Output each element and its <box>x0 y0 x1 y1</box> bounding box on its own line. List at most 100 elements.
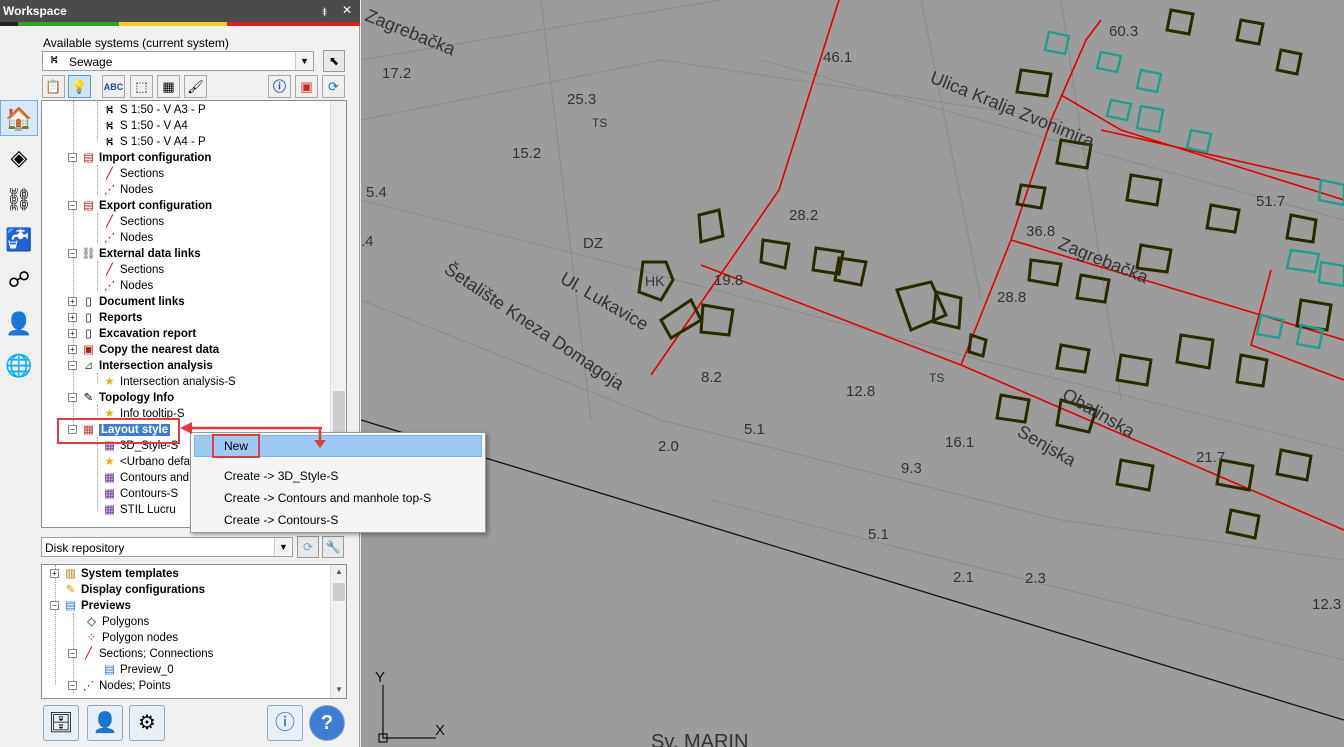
map-label: .4 <box>361 233 374 250</box>
tree-node-export-configuration[interactable]: − ▤ Export configuration <box>68 198 212 214</box>
tree-item[interactable]: ★ Intersection analysis-S <box>102 374 235 390</box>
tree-item[interactable]: ★ <Urbano defa <box>102 454 190 470</box>
topology-icon: ✎ <box>83 392 94 404</box>
table-button[interactable]: ▦ <box>157 75 180 98</box>
system-select[interactable]: ⛕ Sewage ▼ <box>42 51 314 71</box>
brush-button[interactable]: 🖌 <box>184 75 207 98</box>
tree-node-excavation-report[interactable]: + ▯ Excavation report <box>68 326 196 342</box>
layout-style-icon: ▦ <box>104 488 115 500</box>
sidebar-network-button[interactable]: ☍ <box>0 262 38 298</box>
collapse-icon[interactable]: − <box>68 201 77 211</box>
tree-item[interactable]: ▦ Contours-S <box>102 486 178 502</box>
sidebar-grid-button[interactable]: ◈ <box>0 140 38 176</box>
sidebar-user-button[interactable]: 👤 <box>0 306 38 342</box>
sidebar-house-button[interactable]: 🏠 <box>0 100 38 136</box>
select-system-button[interactable]: ⬉ <box>323 50 345 72</box>
templates-icon: ▥ <box>65 568 76 580</box>
menu-item-create-contours[interactable]: Create -> Contours-S <box>224 513 338 527</box>
tree-item[interactable]: ◇ Polygons <box>84 614 149 630</box>
refresh-button[interactable]: ⟳ <box>322 75 345 98</box>
scroll-up-icon[interactable]: ▲ <box>331 565 346 579</box>
tree-node-intersection-analysis[interactable]: − ⊿ Intersection analysis <box>68 358 213 374</box>
scrollbar-thumb[interactable] <box>333 583 345 601</box>
collapse-icon[interactable]: − <box>68 153 77 163</box>
bulb-button[interactable]: 💡 <box>68 75 91 98</box>
sidebar-globe-button[interactable]: 🌐 <box>0 348 38 384</box>
tree-node-display-configurations[interactable]: ✎ Display configurations <box>63 582 205 598</box>
expand-icon[interactable]: + <box>68 313 77 323</box>
tree-item[interactable]: ⛕ S 1:50 - V A4 - P <box>102 134 205 150</box>
repository-settings-button[interactable]: 🔧 <box>322 536 344 558</box>
tree-node-copy-nearest-data[interactable]: + ▣ Copy the nearest data <box>68 342 219 358</box>
database-button[interactable]: 🗄 <box>43 705 79 741</box>
tree-node-nodes-points[interactable]: − ⋰ Nodes; Points <box>68 678 171 694</box>
pipe-icon: ⛓ <box>5 187 33 212</box>
info-button[interactable]: ⓘ <box>268 75 291 98</box>
settings-button[interactable]: ⚙ <box>129 705 165 741</box>
expand-icon[interactable]: + <box>68 345 77 355</box>
tree-item[interactable]: ▦ STIL Lucru <box>102 502 176 518</box>
scroll-down-icon[interactable]: ▼ <box>331 683 346 697</box>
menu-item-create-contours-manhole[interactable]: Create -> Contours and manhole top-S <box>224 491 431 505</box>
tree-item[interactable]: ⋰ Nodes <box>102 182 154 198</box>
pin-icon[interactable]: ⯒ <box>322 3 327 24</box>
repository-scrollbar[interactable]: ▲ ▼ <box>330 565 346 698</box>
select-button[interactable]: ⬚ <box>130 75 153 98</box>
tree-node-external-data-links[interactable]: − ⛓ External data links <box>68 246 201 262</box>
layer-add-button[interactable]: ▣ <box>295 75 318 98</box>
settings-check-icon: ⚙ <box>138 712 156 734</box>
sidebar-tap-button[interactable]: 🚰 <box>0 222 38 258</box>
map-label: 12.8 <box>846 383 875 400</box>
expand-icon[interactable]: + <box>68 329 77 339</box>
map-label: 28.2 <box>789 207 818 224</box>
collapse-icon[interactable]: − <box>50 601 59 611</box>
node-icon: ⋰ <box>103 280 116 292</box>
chevron-down-icon[interactable]: ▼ <box>295 52 313 70</box>
tree-item[interactable]: ╱ Sections <box>102 166 164 182</box>
user-button[interactable]: 👤 <box>87 705 123 741</box>
expand-icon[interactable]: + <box>50 569 59 579</box>
menu-item-create-3d-style[interactable]: Create -> 3D_Style-S <box>224 469 338 483</box>
label-button[interactable]: ABC <box>102 75 125 98</box>
export-icon: ▤ <box>83 200 94 212</box>
user-icon: 👤 <box>92 712 118 734</box>
chevron-down-icon[interactable]: ▼ <box>274 538 292 556</box>
repository-select[interactable]: Disk repository ▼ <box>41 537 293 557</box>
map-label: 25.3 <box>567 91 596 108</box>
help-button[interactable]: ? <box>309 705 345 741</box>
tree-item[interactable]: ⛕ S 1:50 - V A3 - P <box>102 102 205 118</box>
close-icon[interactable]: ✕ <box>342 3 352 17</box>
tree-node-topology-info[interactable]: − ✎ Topology Info <box>68 390 174 406</box>
tree-item[interactable]: ⋰ Nodes <box>102 278 154 294</box>
map-label: 51.7 <box>1256 193 1285 210</box>
expand-icon[interactable]: + <box>68 297 77 307</box>
collapse-icon[interactable]: − <box>68 361 77 371</box>
tree-item[interactable]: ▦ Contours and <box>102 470 189 486</box>
database-icon: 🗄 <box>48 712 74 734</box>
tree-node-document-links[interactable]: + ▯ Document links <box>68 294 185 310</box>
tree-node-previews[interactable]: − ▤ Previews <box>50 598 131 614</box>
repository-refresh-button[interactable]: ⟳ <box>297 536 319 558</box>
collapse-icon[interactable]: − <box>68 681 77 691</box>
tree-item[interactable]: ╱ Sections <box>102 214 164 230</box>
sidebar-pipe-button[interactable]: ⛓ <box>0 182 38 218</box>
layout-style-icon: ▦ <box>104 472 115 484</box>
collapse-icon[interactable]: − <box>68 393 77 403</box>
street-label: Sv. MARIN <box>651 731 748 747</box>
tree-item[interactable]: ╱ Sections <box>102 262 164 278</box>
tree-item[interactable]: ⋰ Nodes <box>102 230 154 246</box>
tree-node-reports[interactable]: + ▯ Reports <box>68 310 142 326</box>
collapse-icon[interactable]: − <box>68 649 77 659</box>
info-window-button[interactable]: ⓘ <box>267 705 303 741</box>
tree-node-sections-connections[interactable]: − ╱ Sections; Connections <box>68 646 213 662</box>
tree-item[interactable]: ⛕ S 1:50 - V A4 <box>102 118 188 134</box>
tree-item[interactable]: ▤ Preview_0 <box>102 662 174 678</box>
layout-style-icon: ▦ <box>104 504 115 516</box>
tree-node-system-templates[interactable]: + ▥ System templates <box>50 566 179 582</box>
collapse-icon[interactable]: − <box>68 249 77 259</box>
properties-button[interactable]: 📋 <box>42 75 65 98</box>
tree-node-import-configuration[interactable]: − ▤ Import configuration <box>68 150 211 166</box>
tree-item[interactable]: ⁘ Polygon nodes <box>84 630 178 646</box>
map-canvas[interactable]: Zagrebačka Ulica Kralja Zvonimira Ul. Lu… <box>361 0 1344 747</box>
node-icon: ⋰ <box>103 232 116 244</box>
